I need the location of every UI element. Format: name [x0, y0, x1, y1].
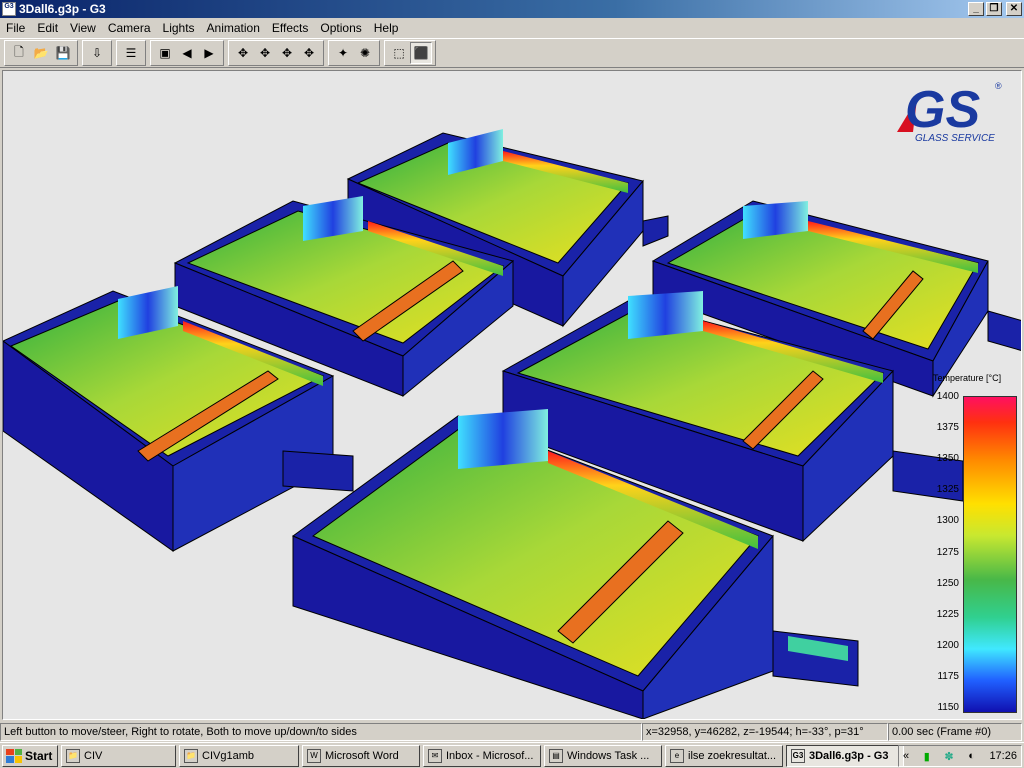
- taskbar: Start 📁 CIV 📁 CIVg1amb W Microsoft Word ✉ Inbox…: [0, 742, 1024, 768]
- folder-icon: 📁: [66, 748, 80, 763]
- legend-tick: 1400: [936, 391, 959, 402]
- legend-title: Temperature [°C]: [933, 373, 1002, 383]
- windows-logo-icon: [6, 748, 22, 763]
- legend-tick: 1300: [936, 515, 959, 527]
- network-icon[interactable]: ▮: [924, 750, 930, 763]
- legend-tick: 1350: [936, 453, 959, 465]
- clock[interactable]: 17:26: [989, 750, 1017, 762]
- step-back-icon[interactable]: ◀: [176, 42, 198, 64]
- toolbar-group: ⬚ ⬛: [384, 40, 436, 66]
- layers-icon[interactable]: ☰: [120, 42, 142, 64]
- title-bar[interactable]: G3 3Dall6.g3p - G3 _ ❐ ✕: [0, 0, 1024, 18]
- window-title: 3Dall6.g3p - G3: [19, 2, 106, 16]
- toolbar-group: 🗋 📂 💾: [4, 40, 78, 66]
- toolbar-group: ☰: [116, 40, 146, 66]
- camera-icon-2[interactable]: ✥: [254, 42, 276, 64]
- open-icon[interactable]: 📂: [30, 42, 52, 64]
- import-icon[interactable]: ⇩: [86, 42, 108, 64]
- maximize-button[interactable]: ❐: [986, 2, 1002, 16]
- status-bar: Left button to move/steer, Right to rota…: [0, 722, 1024, 742]
- legend-tick: 1175: [937, 670, 959, 682]
- browser-icon: e: [670, 748, 684, 763]
- outlook-icon: ✉: [428, 748, 442, 763]
- taskbar-button-label: Windows Task ...: [567, 749, 650, 762]
- camera-icon-3[interactable]: ✥: [276, 42, 298, 64]
- app-icon[interactable]: G3: [2, 2, 16, 16]
- volume-icon[interactable]: ◐: [968, 750, 975, 762]
- svg-text:GS: GS: [905, 81, 980, 139]
- legend-tick: 1200: [936, 639, 959, 651]
- taskbar-button[interactable]: W Microsoft Word: [302, 744, 420, 767]
- menu-animation[interactable]: Animation: [201, 18, 266, 38]
- toolbar: 🗋 📂 💾 ⇩ ☰ ▣ ◀ ▶ ✥ ✥ ✥ ✥ ✦ ✺ ⬚ ⬛: [0, 38, 1024, 68]
- legend-tick: 1150: [937, 702, 959, 713]
- legend-tick: 1250: [936, 577, 959, 589]
- app-window: G3 3Dall6.g3p - G3 _ ❐ ✕ File Edit View Cam…: [0, 0, 1024, 742]
- menu-edit[interactable]: Edit: [31, 18, 64, 38]
- svg-text:®: ®: [995, 81, 1002, 91]
- taskbar-button-label: Inbox - Microsof...: [446, 749, 534, 762]
- menu-file[interactable]: File: [0, 18, 31, 38]
- 3d-viewport[interactable]: GS ® GLASS SERVICE Temperature [°C] 1400…: [2, 70, 1022, 720]
- camera-icon-1[interactable]: ✥: [232, 42, 254, 64]
- folder-icon: 📁: [184, 748, 198, 763]
- taskbar-button[interactable]: 📁 CIV: [61, 744, 176, 767]
- start-label: Start: [25, 748, 53, 763]
- taskbar-button[interactable]: ▤ Windows Task ...: [544, 744, 662, 767]
- menu-options[interactable]: Options: [314, 18, 367, 38]
- app-tray-icon[interactable]: ✽: [944, 750, 953, 763]
- temperature-color-scale: [963, 396, 1017, 713]
- legend-tick: 1275: [936, 546, 959, 558]
- taskbar-button-label: 3Dall6.g3p - G3: [809, 749, 889, 762]
- glass-service-logo: GS ® GLASS SERVICE: [887, 77, 1017, 147]
- word-icon: W: [307, 748, 321, 763]
- taskbar-button-label: ilse zoekresultat...: [688, 749, 777, 762]
- taskbar-button[interactable]: e ilse zoekresultat...: [665, 744, 783, 767]
- status-hint: Left button to move/steer, Right to rota…: [0, 723, 642, 741]
- menu-view[interactable]: View: [64, 18, 102, 38]
- play-icon[interactable]: ▶: [198, 42, 220, 64]
- toolbar-group: ▣ ◀ ▶: [150, 40, 224, 66]
- toolbar-group: ⇩: [82, 40, 112, 66]
- taskbar-button[interactable]: G3 3Dall6.g3p - G3: [786, 744, 904, 767]
- taskbar-button-label: CIVg1amb: [202, 749, 254, 762]
- system-tray: « ▮ ✽ ◐ 17:26: [898, 745, 1022, 767]
- taskbar-button[interactable]: ✉ Inbox - Microsof...: [423, 744, 541, 767]
- status-coordinates: x=32958, y=46282, z=-19544; h=-33°, p=31…: [642, 723, 888, 741]
- status-time: 0.00 sec (Frame #0): [888, 723, 1022, 741]
- menu-lights[interactable]: Lights: [157, 18, 201, 38]
- task-manager-icon: ▤: [549, 748, 563, 763]
- new-icon[interactable]: 🗋: [8, 42, 30, 64]
- taskbar-button[interactable]: 📁 CIVg1amb: [179, 744, 299, 767]
- close-button[interactable]: ✕: [1006, 2, 1022, 16]
- light-icon-1[interactable]: ✦: [332, 42, 354, 64]
- taskbar-button-label: Microsoft Word: [325, 749, 399, 762]
- menu-effects[interactable]: Effects: [266, 18, 314, 38]
- legend-tick: 1325: [936, 484, 959, 496]
- menu-camera[interactable]: Camera: [102, 18, 157, 38]
- legend-tick: 1225: [936, 608, 959, 620]
- legend-tick: 1375: [936, 422, 959, 434]
- save-icon[interactable]: 💾: [52, 42, 74, 64]
- light-icon-2[interactable]: ✺: [354, 42, 376, 64]
- wireframe-icon[interactable]: ⬚: [388, 42, 410, 64]
- solid-icon[interactable]: ⬛: [410, 42, 432, 64]
- menu-help[interactable]: Help: [368, 18, 405, 38]
- logo-subtitle: GLASS SERVICE: [915, 133, 995, 144]
- camera-icon-4[interactable]: ✥: [298, 42, 320, 64]
- toolbar-group: ✦ ✺: [328, 40, 380, 66]
- menu-bar: File Edit View Camera Lights Animation Effects…: [0, 18, 1024, 38]
- furnace-scene: [3, 129, 1021, 719]
- taskbar-button-label: CIV: [84, 749, 103, 762]
- start-button[interactable]: Start: [2, 744, 58, 767]
- g3-icon: G3: [791, 748, 805, 763]
- toolbar-group: ✥ ✥ ✥ ✥: [228, 40, 324, 66]
- tray-expand-button[interactable]: «: [903, 750, 909, 762]
- render-icon[interactable]: ▣: [154, 42, 176, 64]
- minimize-button[interactable]: _: [968, 2, 984, 16]
